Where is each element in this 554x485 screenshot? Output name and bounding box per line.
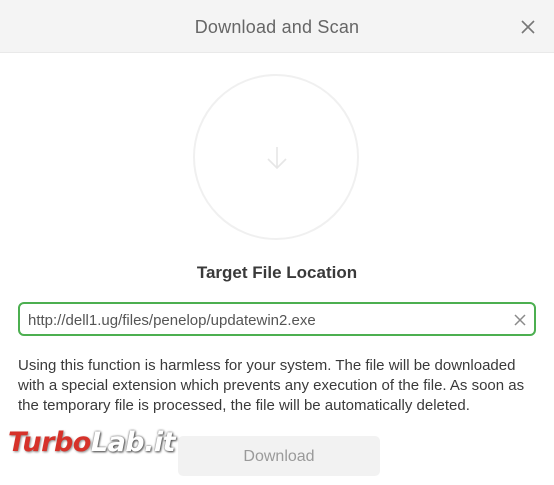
watermark-part-1: Turbo (8, 427, 91, 458)
dialog-header: Download and Scan (0, 0, 554, 53)
watermark-part-2: Lab.it (90, 427, 176, 458)
download-scan-dialog: Download and Scan Target File Location U… (0, 0, 554, 485)
download-progress-ring (193, 74, 359, 240)
url-input[interactable] (28, 310, 498, 330)
close-button[interactable] (517, 16, 539, 38)
description-text: Using this function is harmless for your… (18, 357, 525, 414)
clear-input-icon[interactable] (512, 312, 528, 328)
url-field[interactable] (18, 302, 536, 336)
download-arrow-icon (267, 147, 287, 170)
target-file-location-heading: Target File Location (196, 263, 358, 282)
download-button[interactable]: Download (178, 436, 380, 476)
dialog-title: Download and Scan (194, 17, 360, 37)
close-icon (521, 20, 535, 34)
